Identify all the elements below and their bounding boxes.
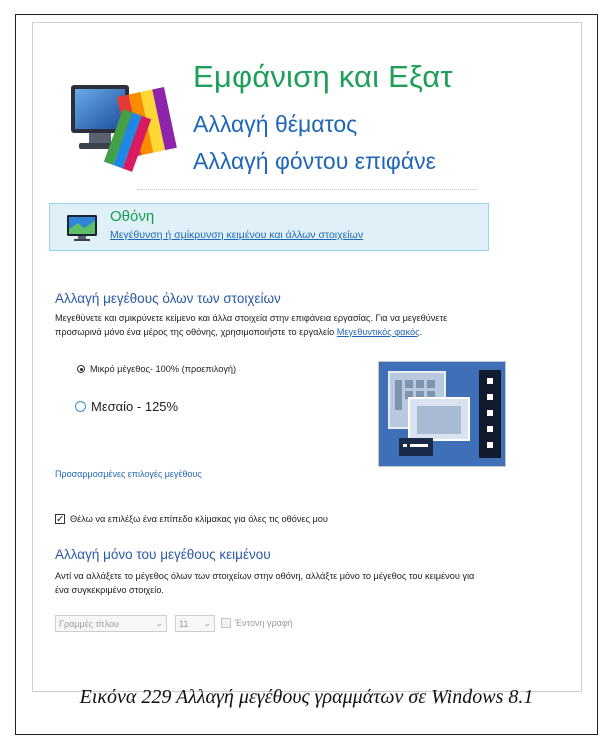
divider xyxy=(137,189,477,191)
preview-windows-icon xyxy=(388,370,501,458)
radio-medium-size[interactable]: Μεσαίο - 125% xyxy=(75,399,178,414)
scaling-preview-image xyxy=(378,361,506,467)
section-title-all-items: Αλλαγή μεγέθους όλων των στοιχείων xyxy=(55,291,281,306)
checkbox-unchecked-icon[interactable] xyxy=(221,618,231,628)
display-title[interactable]: Οθόνη xyxy=(110,208,154,225)
custom-sizing-options-link[interactable]: Προσαρμοσμένες επιλογές μεγέθους xyxy=(55,469,202,479)
radio-unselected-indicator[interactable] xyxy=(75,401,86,412)
change-theme-link[interactable]: Αλλαγή θέματος xyxy=(193,111,357,138)
chevron-down-icon: ⌄ xyxy=(155,618,163,628)
checkbox-checked-icon[interactable]: ✓ xyxy=(55,514,65,525)
appearance-personalization-icon xyxy=(71,85,177,172)
font-size-dropdown[interactable]: 11 ⌄ xyxy=(175,615,215,632)
section-text-description: Αντί να αλλάξετε το μέγεθος όλων των στο… xyxy=(55,571,475,595)
control-panel-screenshot: Εμφάνιση και Εξατ Αλλαγή θέματος Αλλαγή … xyxy=(32,22,582,692)
appearance-heading: Εμφάνιση και Εξατ xyxy=(193,59,453,94)
radio-selected-indicator[interactable] xyxy=(77,365,85,373)
figure-caption: Εικόνα 229 Αλλαγή μεγέθους γραμμάτων σε … xyxy=(79,686,534,708)
resize-items-link[interactable]: Μεγέθυνση ή σμίκρυνση κειμένου και άλλων… xyxy=(110,229,363,241)
bold-checkbox[interactable]: Έντονη γραφή xyxy=(221,618,293,628)
display-icon xyxy=(67,215,97,241)
section-description: Μεγεθύνετε και σμικρύνετε κείμενο και άλ… xyxy=(55,313,448,337)
item-select-dropdown[interactable]: Γραμμές τίτλου ⌄ xyxy=(55,615,167,632)
chevron-down-icon: ⌄ xyxy=(203,618,211,628)
section-title-text-only: Αλλαγή μόνο του μεγέθους κειμένου xyxy=(55,547,271,562)
scale-level-checkbox[interactable]: ✓ Θέλω να επιλέξω ένα επίπεδο κλίμακας γ… xyxy=(55,514,328,525)
display-item[interactable]: Οθόνη Μεγέθυνση ή σμίκρυνση κειμένου και… xyxy=(49,203,489,251)
change-desktop-background-link[interactable]: Αλλαγή φόντου επιφάνε xyxy=(193,148,436,175)
magnifier-link[interactable]: Μεγεθυντικός φακός xyxy=(337,327,420,337)
radio-small-size[interactable]: Μικρό μέγεθος- 100% (προεπιλογή) xyxy=(77,364,236,374)
